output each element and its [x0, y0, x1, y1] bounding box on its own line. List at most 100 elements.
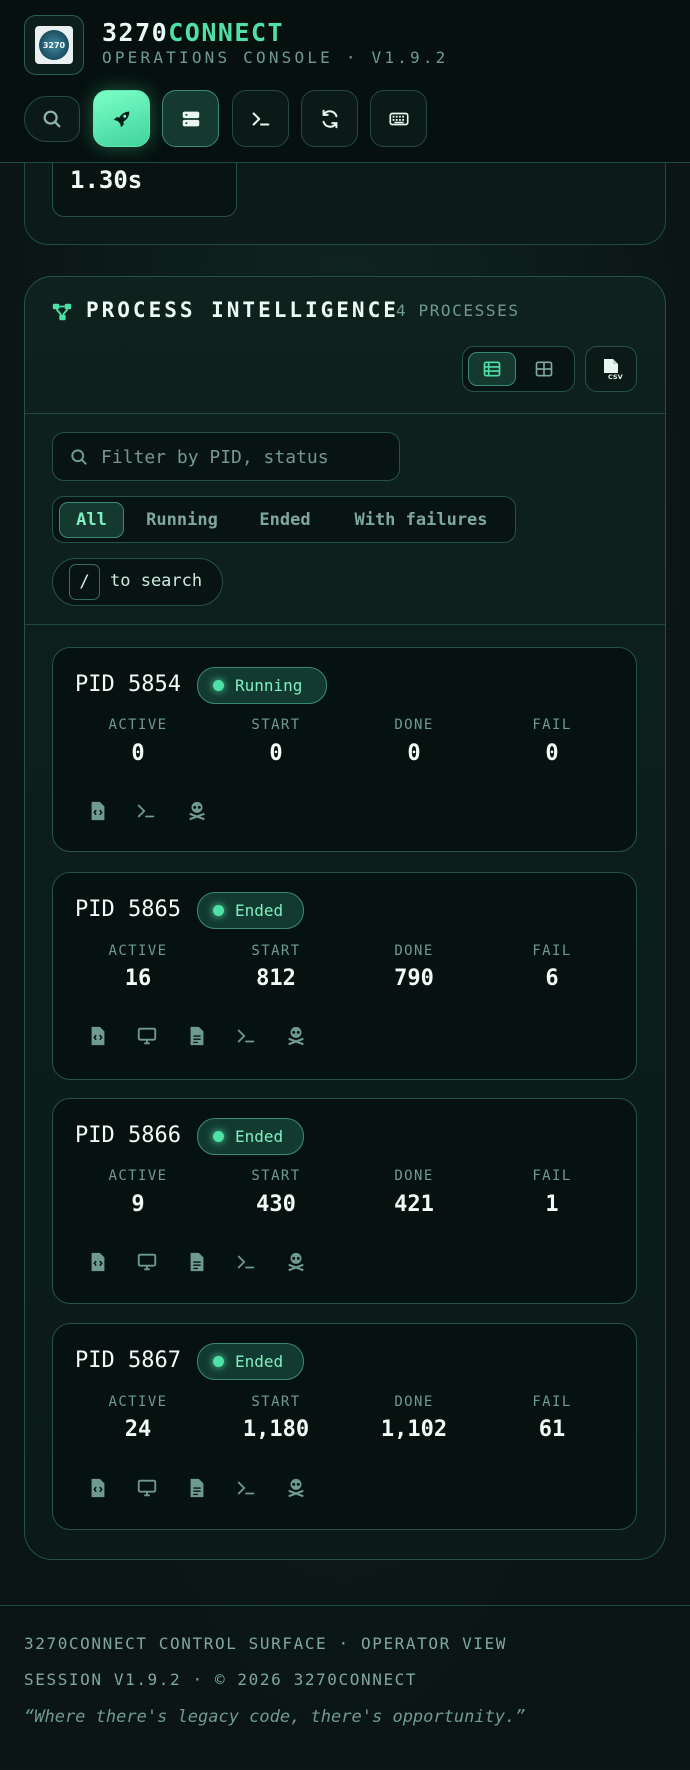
stat-active: 9 — [131, 1192, 145, 1217]
terminal-icon[interactable] — [235, 1025, 257, 1047]
stat-label-active: ACTIVE — [108, 1394, 168, 1410]
search-button[interactable] — [24, 96, 80, 142]
search-icon — [43, 110, 61, 128]
terminal-icon[interactable] — [135, 800, 157, 822]
search-icon — [71, 449, 87, 465]
code-file-icon[interactable] — [87, 1477, 109, 1499]
footer-line-1: 3270CONNECT CONTROL SURFACE · OPERATOR V… — [24, 1634, 508, 1653]
servers-button[interactable] — [162, 90, 219, 147]
document-icon[interactable] — [186, 1025, 208, 1047]
filter-field[interactable] — [52, 432, 400, 481]
footer-quote: “Where there's legacy code, there's oppo… — [24, 1707, 526, 1727]
stat-label-start: START — [251, 943, 301, 959]
process-pid: PID 5865 — [75, 897, 181, 922]
terminal-button[interactable] — [232, 90, 289, 147]
keyboard-button[interactable] — [370, 90, 427, 147]
monitor-icon[interactable] — [136, 1477, 158, 1499]
process-graph-icon — [52, 303, 72, 321]
process-count: 4 PROCESSES — [396, 301, 520, 320]
stat-done: 421 — [394, 1192, 434, 1217]
process-pid: PID 5867 — [75, 1348, 181, 1373]
tab-ended[interactable]: Ended — [245, 502, 325, 538]
stat-fail: 1 — [545, 1192, 559, 1217]
keyboard-icon — [388, 112, 409, 125]
code-file-icon[interactable] — [87, 1025, 109, 1047]
status-badge: Running — [197, 667, 327, 704]
stat-start: 1,180 — [242, 1417, 310, 1442]
shortcut-key: / — [69, 564, 100, 600]
export-csv-button[interactable]: CSV — [585, 346, 637, 392]
stat-label-fail: FAIL — [532, 943, 572, 959]
stat-done: 0 — [407, 741, 421, 766]
stat-label-start: START — [251, 1168, 301, 1184]
tab-all[interactable]: All — [59, 502, 124, 538]
skull-icon[interactable] — [285, 1025, 307, 1047]
app-header: 3270 3270CONNECT OPERATIONS CONSOLE · V1… — [0, 0, 690, 163]
document-icon[interactable] — [186, 1251, 208, 1273]
skull-icon[interactable] — [285, 1477, 307, 1499]
grid-icon — [535, 361, 553, 377]
svg-text:CSV: CSV — [608, 373, 623, 381]
launch-button[interactable] — [93, 90, 150, 147]
footer-line-2: SESSION V1.9.2 · © 2026 3270CONNECT — [24, 1670, 418, 1689]
app-title: 3270CONNECT — [102, 18, 285, 47]
document-icon[interactable] — [186, 1477, 208, 1499]
status-badge: Ended — [197, 1118, 304, 1155]
code-file-icon[interactable] — [87, 800, 109, 822]
refresh-button[interactable] — [301, 90, 358, 147]
logo-emblem: 3270 — [39, 30, 69, 60]
panel-divider — [25, 413, 665, 414]
stat-fail: 61 — [538, 1417, 566, 1442]
status-dot — [213, 905, 224, 916]
stat-label-done: DONE — [394, 717, 434, 733]
filter-input[interactable] — [101, 441, 391, 473]
grid-view-button[interactable] — [520, 352, 568, 386]
stat-label-start: START — [251, 1394, 301, 1410]
stat-label-active: ACTIVE — [108, 717, 168, 733]
csv-file-icon: CSV — [604, 359, 623, 381]
tab-running[interactable]: Running — [134, 502, 230, 538]
status-badge: Ended — [197, 1343, 304, 1380]
stat-done: 790 — [394, 966, 434, 991]
stat-active: 16 — [124, 966, 152, 991]
list-view-button[interactable] — [468, 352, 516, 386]
status-dot — [213, 1356, 224, 1367]
tab-with-failures[interactable]: With failures — [340, 502, 502, 538]
skull-icon[interactable] — [186, 800, 208, 822]
stat-done: 1,102 — [380, 1417, 448, 1442]
terminal-icon[interactable] — [235, 1251, 257, 1273]
hint-text: to search — [110, 571, 203, 591]
refresh-icon — [322, 109, 337, 128]
stat-start: 430 — [256, 1192, 296, 1217]
code-file-icon[interactable] — [87, 1251, 109, 1273]
rocket-icon — [113, 111, 129, 127]
status-dot — [213, 1131, 224, 1142]
stat-label-done: DONE — [394, 1394, 434, 1410]
list-icon — [483, 361, 501, 377]
status-badge: Ended — [197, 892, 304, 929]
stat-label-fail: FAIL — [532, 1168, 572, 1184]
stat-label-active: ACTIVE — [108, 1168, 168, 1184]
app-subtitle: OPERATIONS CONSOLE · V1.9.2 — [102, 48, 449, 67]
stat-active: 24 — [124, 1417, 152, 1442]
stat-label-done: DONE — [394, 943, 434, 959]
status-dot — [213, 680, 224, 691]
terminal-icon — [252, 111, 269, 126]
monitor-icon[interactable] — [136, 1251, 158, 1273]
server-icon — [182, 111, 199, 126]
stat-start: 812 — [256, 966, 296, 991]
stat-fail: 0 — [545, 741, 559, 766]
stat-active: 0 — [131, 741, 145, 766]
stat-fail: 6 — [545, 966, 559, 991]
stat-label-done: DONE — [394, 1168, 434, 1184]
app-logo[interactable]: 3270 — [24, 15, 84, 75]
panel-title: PROCESS INTELLIGENCE — [86, 298, 399, 322]
stat-label-start: START — [251, 717, 301, 733]
monitor-icon[interactable] — [136, 1025, 158, 1047]
stat-start: 0 — [269, 741, 283, 766]
skull-icon[interactable] — [285, 1251, 307, 1273]
terminal-icon[interactable] — [235, 1477, 257, 1499]
metric-value: 1.30s — [70, 166, 143, 194]
stat-label-fail: FAIL — [532, 717, 572, 733]
stat-label-active: ACTIVE — [108, 943, 168, 959]
